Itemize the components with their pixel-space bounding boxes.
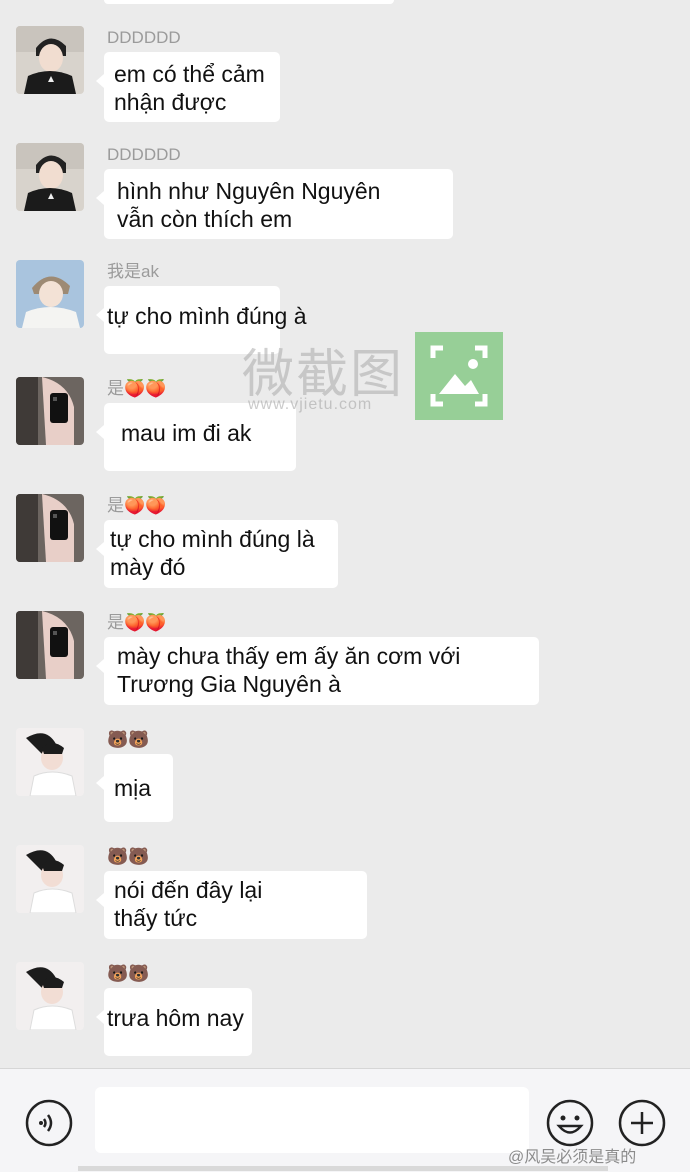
emoji-icon <box>546 1099 594 1147</box>
message-text: em có thể cảm <box>114 61 265 87</box>
message-bubble[interactable]: mày chưa thấy em ấy ăn cơm với Trương Gi… <box>96 637 539 705</box>
message-bubble[interactable]: nói đến đây lại thấy tức <box>96 871 367 939</box>
message-text: trưa hôm nay <box>107 1005 244 1031</box>
message-bubble[interactable]: tự cho mình đúng là mày đó <box>96 520 338 588</box>
avatar[interactable] <box>16 494 84 562</box>
chat-area: DDDDDD em có thể cảm nhận được DDDDDD hì… <box>0 0 690 1068</box>
message-bubble[interactable]: trưa hôm nay <box>96 988 252 1056</box>
sender-name: 是🍑🍑 <box>107 379 167 398</box>
plus-button[interactable] <box>618 1099 666 1147</box>
message-text: mày chưa thấy em ấy ăn cơm với <box>117 643 461 669</box>
footer-watermark: @风吴必须是真的 <box>508 1149 637 1166</box>
message-text: mau im đi ak <box>121 420 252 446</box>
sender-name: 🐻🐻 <box>107 730 150 749</box>
sender-name: 是🍑🍑 <box>107 496 167 515</box>
avatar[interactable] <box>16 611 84 679</box>
plus-icon <box>618 1099 666 1147</box>
divider <box>78 1166 608 1171</box>
message-bubble[interactable]: mịa <box>96 754 173 822</box>
sender-name: 我是ak <box>107 262 159 281</box>
message-bubble-partial <box>104 0 394 4</box>
sender-name: 🐻🐻 <box>107 847 150 866</box>
message-text: hình như Nguyên Nguyên <box>117 178 381 204</box>
voice-icon <box>25 1099 73 1147</box>
avatar[interactable] <box>16 377 84 445</box>
avatar[interactable] <box>16 260 84 328</box>
message-input[interactable] <box>95 1087 529 1153</box>
message-text: thấy tức <box>114 905 198 931</box>
message-text: Trương Gia Nguyên à <box>117 671 341 697</box>
message-text: vẫn còn thích em <box>117 206 293 232</box>
avatar[interactable] <box>16 26 84 94</box>
sender-name: 是🍑🍑 <box>107 613 167 632</box>
avatar[interactable] <box>16 845 84 913</box>
sender-name: 🐻🐻 <box>107 964 150 983</box>
avatar[interactable] <box>16 962 84 1030</box>
emoji-button[interactable] <box>546 1099 594 1147</box>
message-text: mịa <box>114 775 152 801</box>
message-text: tự cho mình đúng là <box>110 526 315 552</box>
message-text: tự cho mình đúng à <box>107 303 307 329</box>
voice-button[interactable] <box>25 1099 73 1147</box>
message-bubble[interactable]: tự cho mình đúng à <box>96 286 307 354</box>
message-text: nói đến đây lại <box>114 877 263 903</box>
message-bubble[interactable]: hình như Nguyên Nguyên vẫn còn thích em <box>96 169 453 239</box>
image-icon <box>415 332 503 420</box>
message-text: nhận được <box>114 89 227 115</box>
message-bubble[interactable]: mau im đi ak <box>96 403 296 471</box>
message-text: mày đó <box>110 554 186 580</box>
message-bubble[interactable]: em có thể cảm nhận được <box>96 52 280 122</box>
avatar[interactable] <box>16 143 84 211</box>
avatar[interactable] <box>16 728 84 796</box>
sender-name: DDDDDD <box>107 28 181 47</box>
sender-name: DDDDDD <box>107 145 181 164</box>
